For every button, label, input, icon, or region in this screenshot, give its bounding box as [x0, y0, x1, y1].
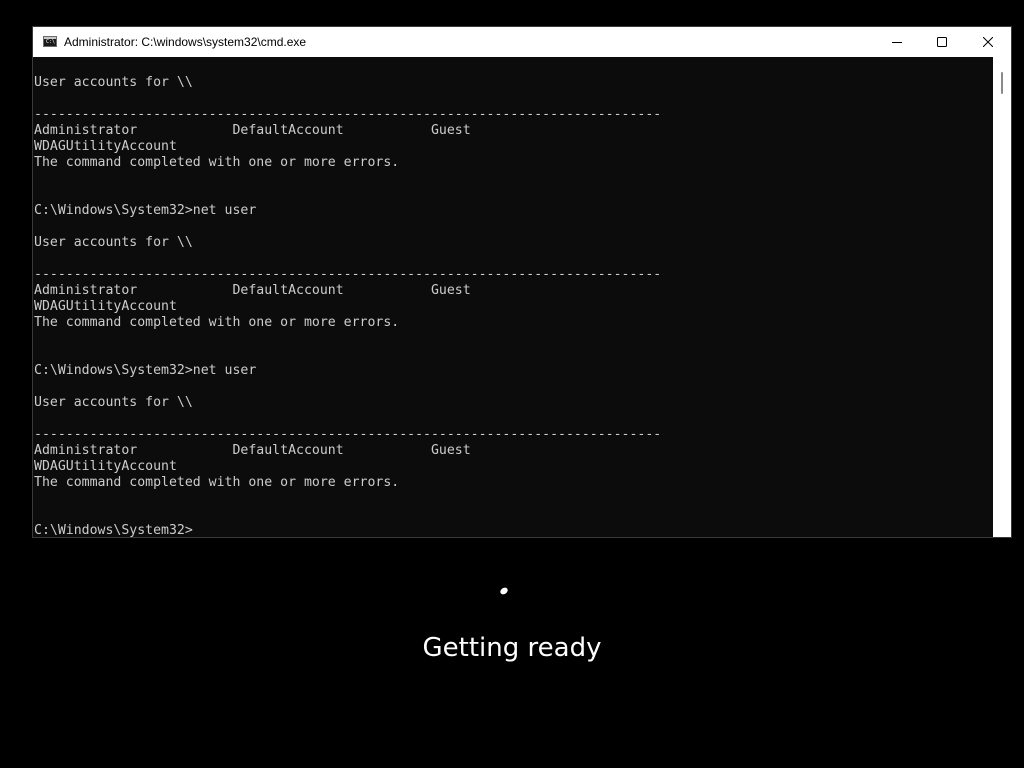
console-line: The command completed with one or more e… [34, 475, 400, 490]
console-line: Administrator DefaultAccount Guest [34, 123, 471, 138]
loading-spinner-icon [499, 586, 509, 596]
console-line: C:\Windows\System32>net user [34, 363, 257, 378]
close-icon [983, 37, 993, 47]
console-line: User accounts for \\ [34, 75, 193, 90]
console-line: Administrator DefaultAccount Guest [34, 443, 471, 458]
cmd-icon[interactable]: C:\ [43, 36, 57, 47]
console-line: ----------------------------------------… [34, 427, 662, 442]
console-line: WDAGUtilityAccount [34, 459, 177, 474]
screen: C:\ Administrator: C:\windows\system32\c… [0, 0, 1024, 768]
console-line: The command completed with one or more e… [34, 155, 400, 170]
minimize-button[interactable] [874, 27, 920, 57]
console-lines: User accounts for \\ --------------------… [34, 75, 661, 537]
window-title: Administrator: C:\windows\system32\cmd.e… [64, 35, 307, 49]
console-line: User accounts for \\ [34, 395, 193, 410]
console-line: C:\Windows\System32>net user [34, 203, 257, 218]
scrollbar-thumb[interactable] [1001, 72, 1003, 94]
console-line: ----------------------------------------… [34, 267, 662, 282]
console-line: WDAGUtilityAccount [34, 139, 177, 154]
close-button[interactable] [965, 27, 1011, 57]
console-line: ----------------------------------------… [34, 107, 662, 122]
console-output[interactable]: User accounts for \\ --------------------… [33, 57, 993, 537]
cmd-window[interactable]: C:\ Administrator: C:\windows\system32\c… [33, 27, 1011, 537]
console-line: The command completed with one or more e… [34, 315, 400, 330]
setup-status-text: Getting ready [422, 633, 602, 663]
vertical-scrollbar[interactable] [993, 57, 1011, 537]
title-bar[interactable]: C:\ Administrator: C:\windows\system32\c… [33, 27, 1011, 57]
maximize-icon [937, 37, 947, 47]
console-line: WDAGUtilityAccount [34, 299, 177, 314]
cmd-icon-prompt: C:\ [46, 39, 56, 45]
console-line: User accounts for \\ [34, 235, 193, 250]
minimize-icon [892, 42, 902, 43]
console-line: C:\Windows\System32> [34, 523, 193, 537]
maximize-button[interactable] [919, 27, 965, 57]
console-line: Administrator DefaultAccount Guest [34, 283, 471, 298]
